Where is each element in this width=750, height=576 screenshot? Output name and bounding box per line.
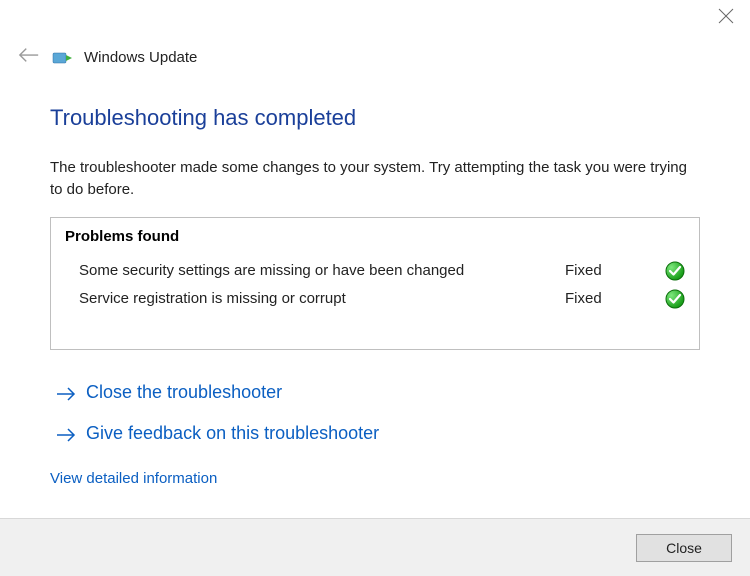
- problems-found-box: Problems found Some security settings ar…: [50, 217, 700, 350]
- window-close-icon[interactable]: [718, 8, 734, 24]
- action-label: Give feedback on this troubleshooter: [86, 423, 379, 444]
- problem-status: Fixed: [565, 290, 665, 307]
- titlebar: [0, 0, 750, 36]
- back-arrow-icon: [18, 46, 40, 69]
- page-heading: Troubleshooting has completed: [50, 105, 700, 131]
- check-ok-icon: [665, 289, 685, 309]
- footer-bar: Close: [0, 518, 750, 576]
- page-description: The troubleshooter made some changes to …: [50, 157, 700, 201]
- action-label: Close the troubleshooter: [86, 382, 282, 403]
- problem-row: Service registration is missing or corru…: [65, 285, 685, 313]
- windows-update-icon: [52, 50, 72, 66]
- problems-found-title: Problems found: [65, 228, 685, 245]
- app-title: Windows Update: [84, 49, 197, 66]
- content-area: Troubleshooting has completed The troubl…: [0, 69, 750, 488]
- give-feedback-link[interactable]: Give feedback on this troubleshooter: [50, 413, 700, 454]
- problem-row: Some security settings are missing or ha…: [65, 257, 685, 285]
- problem-description: Some security settings are missing or ha…: [79, 262, 565, 279]
- problem-status: Fixed: [565, 262, 665, 279]
- arrow-right-icon: [56, 426, 76, 440]
- problem-description: Service registration is missing or corru…: [79, 290, 565, 307]
- arrow-right-icon: [56, 385, 76, 399]
- close-troubleshooter-link[interactable]: Close the troubleshooter: [50, 372, 700, 413]
- header-row: Windows Update: [0, 36, 750, 69]
- view-detailed-information-link[interactable]: View detailed information: [50, 470, 217, 487]
- check-ok-icon: [665, 261, 685, 281]
- close-button[interactable]: Close: [636, 534, 732, 562]
